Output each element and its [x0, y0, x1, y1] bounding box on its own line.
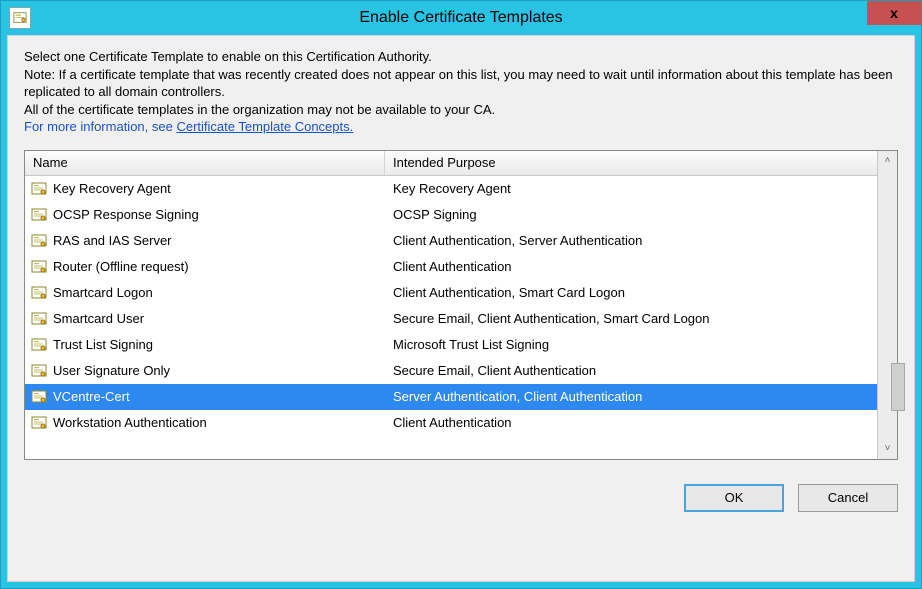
cell-name: User Signature Only	[25, 363, 385, 379]
certificate-template-icon	[31, 207, 47, 223]
certificate-template-icon	[31, 233, 47, 249]
instructions: Select one Certificate Template to enabl…	[24, 48, 898, 136]
window-title: Enable Certificate Templates	[359, 9, 562, 27]
row-name: VCentre-Cert	[53, 389, 130, 404]
table-row[interactable]: Trust List Signing Microsoft Trust List …	[25, 332, 877, 358]
table-row[interactable]: OCSP Response Signing OCSP Signing	[25, 202, 877, 228]
row-name: Smartcard User	[53, 311, 144, 326]
cell-name: Trust List Signing	[25, 337, 385, 353]
more-info-link[interactable]: Certificate Template Concepts.	[176, 119, 353, 134]
button-bar: OK Cancel	[24, 484, 898, 512]
row-name: Trust List Signing	[53, 337, 153, 352]
row-name: OCSP Response Signing	[53, 207, 199, 222]
cell-name: OCSP Response Signing	[25, 207, 385, 223]
table-row[interactable]: Workstation Authentication Client Authen…	[25, 410, 877, 436]
certificate-template-icon	[31, 285, 47, 301]
row-purpose: Secure Email, Client Authentication	[393, 363, 596, 378]
close-icon: x	[890, 5, 898, 21]
template-listbox: Name Intended Purpose Key Recovery Agent…	[24, 150, 898, 460]
cell-purpose: Client Authentication, Server Authentica…	[385, 233, 877, 248]
row-purpose: Client Authentication, Server Authentica…	[393, 233, 642, 248]
cell-purpose: OCSP Signing	[385, 207, 877, 222]
row-name: User Signature Only	[53, 363, 170, 378]
certificate-template-icon	[31, 181, 47, 197]
row-purpose: Client Authentication	[393, 415, 512, 430]
row-purpose: Secure Email, Client Authentication, Sma…	[393, 311, 710, 326]
app-icon	[9, 7, 31, 29]
row-purpose: Key Recovery Agent	[393, 181, 511, 196]
row-purpose: Client Authentication, Smart Card Logon	[393, 285, 625, 300]
cell-purpose: Secure Email, Client Authentication	[385, 363, 877, 378]
cell-name: Smartcard Logon	[25, 285, 385, 301]
table-row[interactable]: User Signature Only Secure Email, Client…	[25, 358, 877, 384]
header-name[interactable]: Name	[25, 151, 385, 175]
list-main: Name Intended Purpose Key Recovery Agent…	[25, 151, 877, 459]
row-name: Router (Offline request)	[53, 259, 189, 274]
row-purpose: Client Authentication	[393, 259, 512, 274]
cell-name: Workstation Authentication	[25, 415, 385, 431]
table-row[interactable]: Smartcard User Secure Email, Client Auth…	[25, 306, 877, 332]
cell-name: Smartcard User	[25, 311, 385, 327]
certificate-template-icon	[31, 415, 47, 431]
table-row[interactable]: Smartcard Logon Client Authentication, S…	[25, 280, 877, 306]
header-purpose[interactable]: Intended Purpose	[385, 151, 877, 175]
cell-purpose: Server Authentication, Client Authentica…	[385, 389, 877, 404]
cell-name: Router (Offline request)	[25, 259, 385, 275]
row-name: Smartcard Logon	[53, 285, 153, 300]
row-purpose: Server Authentication, Client Authentica…	[393, 389, 642, 404]
rows-container: Key Recovery Agent Key Recovery Agent OC…	[25, 176, 877, 459]
scroll-down-button[interactable]: ˅	[878, 439, 897, 459]
dialog-content: Select one Certificate Template to enabl…	[7, 35, 915, 582]
cell-purpose: Client Authentication, Smart Card Logon	[385, 285, 877, 300]
instructions-more: For more information, see Certificate Te…	[24, 118, 898, 136]
table-row[interactable]: Key Recovery Agent Key Recovery Agent	[25, 176, 877, 202]
cell-purpose: Client Authentication	[385, 415, 877, 430]
instructions-line3: All of the certificate templates in the …	[24, 101, 898, 119]
cell-purpose: Client Authentication	[385, 259, 877, 274]
instructions-line2: Note: If a certificate template that was…	[24, 66, 898, 101]
column-headers: Name Intended Purpose	[25, 151, 877, 176]
cell-purpose: Microsoft Trust List Signing	[385, 337, 877, 352]
scroll-up-button[interactable]: ˄	[878, 151, 897, 171]
certificate-template-icon	[31, 389, 47, 405]
row-purpose: OCSP Signing	[393, 207, 477, 222]
close-button[interactable]: x	[867, 1, 921, 25]
titlebar: Enable Certificate Templates x	[1, 1, 921, 35]
certificate-template-icon	[31, 311, 47, 327]
cell-name: RAS and IAS Server	[25, 233, 385, 249]
dialog-window: Enable Certificate Templates x Select on…	[0, 0, 922, 589]
ok-button[interactable]: OK	[684, 484, 784, 512]
scroll-thumb[interactable]	[891, 363, 905, 411]
certificate-template-icon	[31, 363, 47, 379]
certificate-template-icon	[31, 259, 47, 275]
vertical-scrollbar[interactable]: ˄ ˅	[877, 151, 897, 459]
table-row[interactable]: Router (Offline request) Client Authenti…	[25, 254, 877, 280]
cell-name: Key Recovery Agent	[25, 181, 385, 197]
table-row[interactable]: VCentre-Cert Server Authentication, Clie…	[25, 384, 877, 410]
row-name: Key Recovery Agent	[53, 181, 171, 196]
row-name: RAS and IAS Server	[53, 233, 172, 248]
row-purpose: Microsoft Trust List Signing	[393, 337, 549, 352]
row-name: Workstation Authentication	[53, 415, 207, 430]
cell-purpose: Key Recovery Agent	[385, 181, 877, 196]
cell-purpose: Secure Email, Client Authentication, Sma…	[385, 311, 877, 326]
instructions-line1: Select one Certificate Template to enabl…	[24, 48, 898, 66]
cancel-button[interactable]: Cancel	[798, 484, 898, 512]
cell-name: VCentre-Cert	[25, 389, 385, 405]
more-info-prefix: For more information, see	[24, 119, 176, 134]
table-row[interactable]: RAS and IAS Server Client Authentication…	[25, 228, 877, 254]
certificate-template-icon	[31, 337, 47, 353]
